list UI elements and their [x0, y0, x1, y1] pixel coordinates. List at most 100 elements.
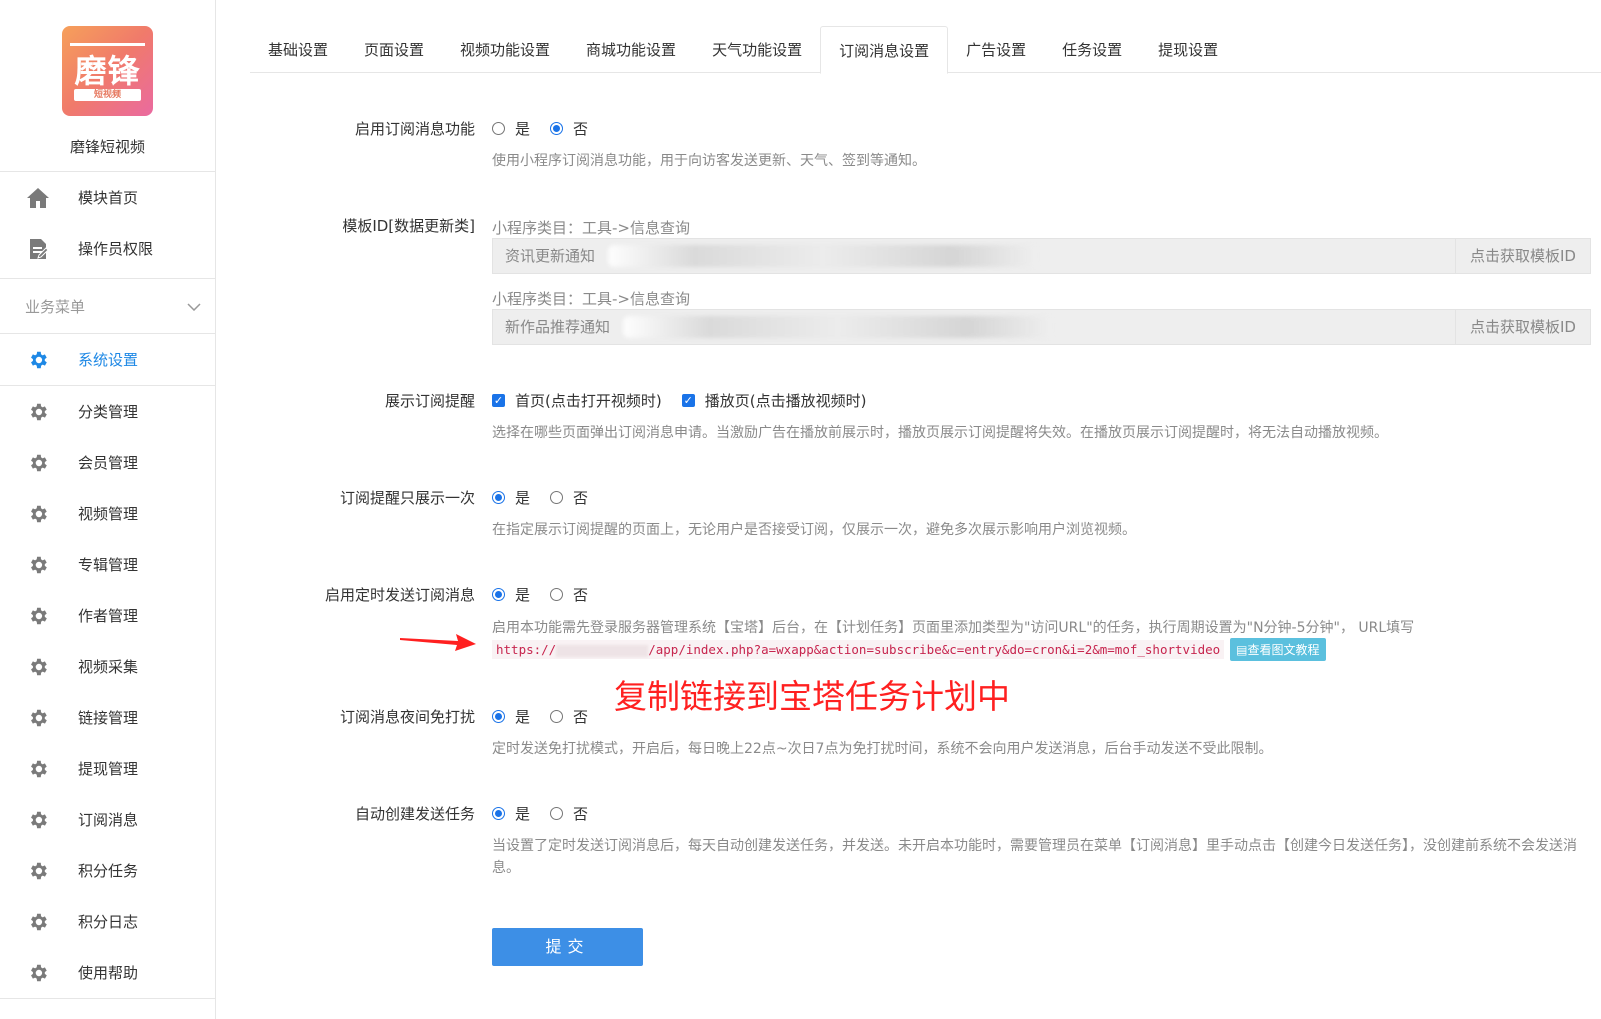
gear-icon	[26, 910, 50, 934]
radio-checked-icon	[492, 710, 505, 723]
show-reminder-help: 选择在哪些页面弹出订阅消息申请。当激励广告在播放前展示时，播放页展示订阅提醒将失…	[492, 425, 1388, 441]
night-silent-no[interactable]: 否	[550, 706, 588, 727]
sidebar-item-10[interactable]: 订阅消息	[0, 794, 215, 845]
book-icon: ▤	[1236, 643, 1248, 657]
logo-text: 磨锋	[74, 52, 141, 90]
timed-send-yes[interactable]: 是	[492, 584, 530, 605]
checkbox-checked-icon: ✓	[492, 394, 505, 407]
get-template-id-button-2[interactable]: 点击获取模板ID	[1455, 310, 1590, 344]
tab-7[interactable]: 广告设置	[948, 26, 1044, 73]
sidebar-item-4[interactable]: 视频管理	[0, 488, 215, 539]
enable-subscribe-help: 使用小程序订阅消息功能，用于向访客发送更新、天气、签到等通知。	[492, 153, 926, 169]
sidebar-item-label: 积分日志	[78, 913, 139, 931]
sidebar-item-label: 使用帮助	[78, 964, 139, 982]
enable-subscribe-radios: 是 否	[492, 118, 608, 139]
business-menu: 系统设置分类管理会员管理视频管理 专辑管理作者管理视频采集链接管理提现管理订阅消息…	[0, 334, 215, 998]
sidebar-item-2[interactable]: 分类管理	[0, 386, 215, 437]
option-label: 是	[515, 120, 531, 138]
timed-send-label: 启用定时发送订阅消息	[324, 586, 475, 604]
auto-create-no[interactable]: 否	[550, 803, 588, 824]
cron-url[interactable]: https:// /app/index.php?a=wxapp&action=su…	[492, 640, 1225, 659]
template-id-label: 模板ID[数据更新类]	[342, 217, 475, 235]
show-reminder-home-checkbox[interactable]: ✓ 首页(点击打开视频时)	[492, 390, 662, 411]
sidebar-item-11[interactable]: 积分任务	[0, 845, 215, 896]
view-tutorial-button[interactable]: ▤查看图文教程	[1230, 638, 1326, 661]
gear-icon	[26, 859, 50, 883]
enable-subscribe-yes[interactable]: 是	[492, 118, 530, 139]
input-value: 资讯更新通知	[505, 247, 596, 265]
brand: 磨锋 短视频 磨锋短视频	[0, 0, 215, 172]
template-id-input-1[interactable]: 资讯更新通知	[493, 239, 1455, 273]
checkbox-checked-icon: ✓	[681, 394, 695, 407]
tab-1[interactable]: 基础设置	[250, 26, 346, 73]
sidebar-item-label: 作者管理	[78, 607, 139, 625]
option-label: 首页(点击打开视频时)	[515, 392, 662, 410]
gear-icon	[26, 808, 50, 832]
gear-icon	[26, 451, 50, 475]
option-label: 是	[515, 586, 531, 604]
night-silent-yes[interactable]: 是	[492, 706, 530, 727]
radio-icon	[550, 588, 564, 601]
sidebar-item-9[interactable]: 提现管理	[0, 743, 215, 794]
template-id-input-2[interactable]: 新作品推荐通知	[493, 310, 1455, 344]
show-once-yes[interactable]: 是	[492, 487, 530, 508]
night-silent-label: 订阅消息夜间免打扰	[339, 708, 475, 726]
template-category-1: 小程序类目：工具->信息查询	[492, 219, 690, 237]
sidebar-item-label: 会员管理	[78, 454, 139, 472]
input-value: 新作品推荐通知	[505, 318, 611, 336]
auto-create-radios: 是 否	[492, 803, 608, 824]
redacted-value	[608, 245, 1038, 267]
sidebar-item-8[interactable]: 链接管理	[0, 692, 215, 743]
sidebar-item-13[interactable]: 使用帮助	[0, 947, 215, 998]
tab-9[interactable]: 提现设置	[1140, 26, 1236, 73]
auto-create-label: 自动创建发送任务	[354, 805, 475, 823]
sidebar-item-operator-permissions[interactable]: 操作员权限	[0, 223, 215, 274]
option-label: 否	[573, 120, 589, 138]
sidebar-item-1[interactable]: 系统设置	[0, 334, 215, 385]
show-reminder-play-checkbox[interactable]: ✓ 播放页(点击播放视频时)	[681, 390, 866, 411]
cron-url-line: https:// /app/index.php?a=wxapp&action=su…	[492, 638, 1326, 661]
timed-send-no[interactable]: 否	[550, 584, 588, 605]
tab-6[interactable]: 订阅消息设置	[820, 26, 949, 74]
tab-2[interactable]: 页面设置	[346, 26, 442, 73]
red-arrow-icon	[400, 634, 476, 651]
sidebar-item-label: 系统设置	[78, 351, 139, 369]
sidebar-item-6[interactable]: 作者管理	[0, 590, 215, 641]
logo-subtext: 短视频	[74, 89, 141, 101]
night-silent-radios: 是 否	[492, 706, 608, 727]
tab-8[interactable]: 任务设置	[1044, 26, 1140, 73]
sidebar-item-label: 模块首页	[78, 189, 139, 207]
sidebar-item-module-home[interactable]: 模块首页	[0, 172, 215, 223]
option-label: 否	[573, 708, 589, 726]
document-edit-icon	[26, 237, 50, 261]
radio-icon	[550, 491, 564, 504]
sidebar-item-5[interactable]: 专辑管理	[0, 539, 215, 590]
enable-subscribe-no[interactable]: 否	[550, 118, 588, 139]
show-reminder-label: 展示订阅提醒	[384, 392, 475, 410]
show-once-radios: 是 否	[492, 487, 608, 508]
option-label: 是	[515, 805, 531, 823]
timed-send-help: 启用本功能需先登录服务器管理系统【宝塔】后台，在【计划任务】页面里添加类型为"访…	[492, 620, 1415, 636]
sidebar-item-7[interactable]: 视频采集	[0, 641, 215, 692]
submit-button[interactable]: 提交	[492, 928, 643, 966]
show-once-no[interactable]: 否	[550, 487, 588, 508]
sidebar-item-label: 订阅消息	[78, 811, 139, 829]
option-label: 否	[573, 805, 589, 823]
auto-create-help: 当设置了定时发送订阅消息后，每天自动创建发送任务，并发送。未开启本功能时，需要管…	[492, 838, 1577, 876]
redacted-value	[623, 316, 1053, 338]
gear-icon	[26, 604, 50, 628]
sidebar-item-12[interactable]: 积分日志	[0, 896, 215, 947]
sidebar-item-label: 链接管理	[78, 709, 139, 727]
tab-4[interactable]: 商城功能设置	[568, 26, 694, 73]
option-label: 否	[573, 586, 589, 604]
settings-tabs: 基础设置 页面设置 视频功能设置 商城功能设置 天气功能设置 订阅消息设置 广告设置 任务设置…	[250, 26, 1601, 74]
radio-checked-icon	[492, 588, 505, 601]
tab-5[interactable]: 天气功能设置	[694, 26, 820, 73]
sidebar-item-3[interactable]: 会员管理	[0, 437, 215, 488]
radio-icon	[550, 710, 564, 723]
auto-create-yes[interactable]: 是	[492, 803, 530, 824]
tab-3[interactable]: 视频功能设置	[442, 26, 568, 73]
brand-name: 磨锋短视频	[69, 138, 145, 156]
business-menu-toggle[interactable]: 业务菜单	[0, 278, 215, 334]
get-template-id-button-1[interactable]: 点击获取模板ID	[1455, 239, 1590, 273]
